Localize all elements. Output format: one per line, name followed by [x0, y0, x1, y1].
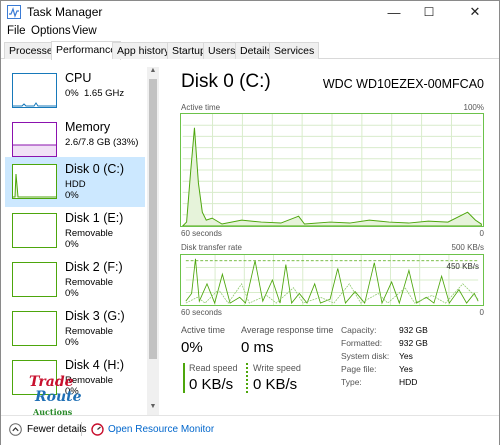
watermark-line-2: Route	[35, 389, 82, 405]
menu-bar: File Options View	[1, 24, 499, 40]
transfer-rate-zero-label: 0	[479, 308, 484, 317]
resource-monitor-icon	[91, 423, 104, 436]
property-label: Formatted:	[341, 338, 383, 348]
transfer-rate-graph-label: Disk transfer rate	[181, 243, 242, 252]
cpu-thumbnail-graph	[12, 73, 57, 108]
fewer-details-link[interactable]: Fewer details	[27, 424, 86, 435]
property-value: Yes	[399, 364, 413, 374]
scroll-down-arrow-icon[interactable]: ▼	[148, 403, 158, 413]
menu-options[interactable]: Options	[31, 25, 71, 37]
sidebar-item-label: Disk 4 (H:)	[65, 358, 125, 372]
sidebar-item-label: Disk 3 (G:)	[65, 309, 125, 323]
sidebar-item-value: 0% 1.65 GHz	[65, 88, 125, 99]
minimize-button[interactable]: —	[379, 1, 409, 23]
active-time-seconds-label: 60 seconds	[181, 229, 222, 238]
avg-response-stat-value: 0 ms	[241, 339, 274, 356]
property-label: Page file:	[341, 364, 377, 374]
sidebar-item-value: Removable 0%	[65, 228, 114, 250]
read-speed-value: 0 KB/s	[189, 376, 234, 393]
active-time-stat-value: 0%	[181, 339, 203, 356]
tab-strip: Processes Performance App history Startu…	[1, 41, 499, 60]
disk-model: WDC WD10EZEX-00MFCA0	[322, 77, 484, 91]
footer-bar: Fewer details Open Resource Monitor	[1, 415, 499, 445]
watermark-line-1: Trade	[29, 374, 74, 390]
transfer-rate-seconds-label: 60 seconds	[181, 308, 222, 317]
transfer-rate-line-label: 450 KB/s	[446, 262, 479, 271]
scrollbar-thumb[interactable]	[149, 79, 157, 359]
property-label: Capacity:	[341, 325, 377, 335]
sidebar-item-label: Disk 2 (F:)	[65, 260, 123, 274]
tab-performance[interactable]: Performance	[51, 41, 122, 60]
menu-view[interactable]: View	[72, 25, 97, 37]
chevron-up-icon[interactable]	[9, 423, 22, 436]
disk-1-thumbnail-graph	[12, 213, 57, 248]
property-value: 932 GB	[399, 338, 428, 348]
avg-response-stat-label: Average response time	[241, 325, 334, 335]
menu-file[interactable]: File	[7, 25, 26, 37]
active-time-graph	[180, 113, 484, 227]
transfer-rate-max-label: 500 KB/s	[451, 243, 484, 252]
sidebar-item-label: CPU	[65, 71, 92, 85]
scroll-up-arrow-icon[interactable]: ▲	[148, 67, 158, 77]
memory-thumbnail-graph	[12, 122, 57, 157]
sidebar-item-label: Disk 1 (E:)	[65, 211, 124, 225]
resource-list: CPU 0% 1.65 GHz Memory 2.6/7.8 GB (33%) …	[1, 60, 159, 415]
property-label: System disk:	[341, 351, 390, 361]
sidebar-item-label: Disk 0 (C:)	[65, 162, 125, 176]
tab-services[interactable]: Services	[269, 42, 320, 59]
active-time-stat-label: Active time	[181, 325, 226, 335]
disk-2-thumbnail-graph	[12, 262, 57, 297]
open-resource-monitor-link[interactable]: Open Resource Monitor	[108, 424, 214, 435]
sidebar-item-value: Removable 0%	[65, 326, 114, 348]
page-title: Disk 0 (C:)	[181, 71, 271, 92]
sidebar-item-value: Removable 0%	[65, 277, 114, 299]
property-value: HDD	[399, 377, 418, 387]
task-manager-window: Task Manager — ☐ ✕ File Options View Pro…	[0, 0, 500, 445]
footer-divider	[81, 422, 82, 436]
sidebar-item-disk-0[interactable]: Disk 0 (C:) HDD 0%	[5, 157, 145, 207]
active-time-graph-label: Active time	[181, 103, 221, 112]
window-title: Task Manager	[27, 5, 103, 19]
disk-detail-pane: Disk 0 (C:) WDC WD10EZEX-00MFCA0 Active …	[169, 63, 499, 413]
task-manager-icon	[7, 5, 21, 19]
sidebar-item-value: 2.6/7.8 GB (33%)	[65, 137, 139, 148]
sidebar-item-disk-2[interactable]: Disk 2 (F:) Removable 0%	[5, 255, 145, 305]
disk-0-thumbnail-graph	[12, 164, 57, 199]
property-value: Yes	[399, 351, 413, 361]
property-label: Type:	[341, 377, 362, 387]
read-speed-indicator	[183, 363, 185, 393]
write-speed-value: 0 KB/s	[253, 376, 298, 393]
maximize-button[interactable]: ☐	[414, 1, 444, 23]
sidebar-item-disk-1[interactable]: Disk 1 (E:) Removable 0%	[5, 206, 145, 256]
close-button[interactable]: ✕	[460, 1, 490, 23]
tab-app-history[interactable]: App history	[112, 42, 175, 59]
active-time-max-label: 100%	[463, 103, 484, 112]
title-bar[interactable]: Task Manager — ☐ ✕	[1, 1, 499, 23]
sidebar-item-value: HDD 0%	[65, 179, 86, 201]
disk-3-thumbnail-graph	[12, 311, 57, 346]
sidebar-item-disk-3[interactable]: Disk 3 (G:) Removable 0%	[5, 304, 145, 354]
active-time-zero-label: 0	[479, 229, 484, 238]
sidebar-item-cpu[interactable]: CPU 0% 1.65 GHz	[5, 66, 145, 116]
property-value: 932 GB	[399, 325, 428, 335]
write-speed-label: Write speed	[253, 363, 301, 373]
read-speed-label: Read speed	[189, 363, 238, 373]
write-speed-indicator	[246, 363, 248, 393]
sidebar-item-label: Memory	[65, 120, 111, 134]
transfer-rate-graph	[180, 254, 484, 306]
